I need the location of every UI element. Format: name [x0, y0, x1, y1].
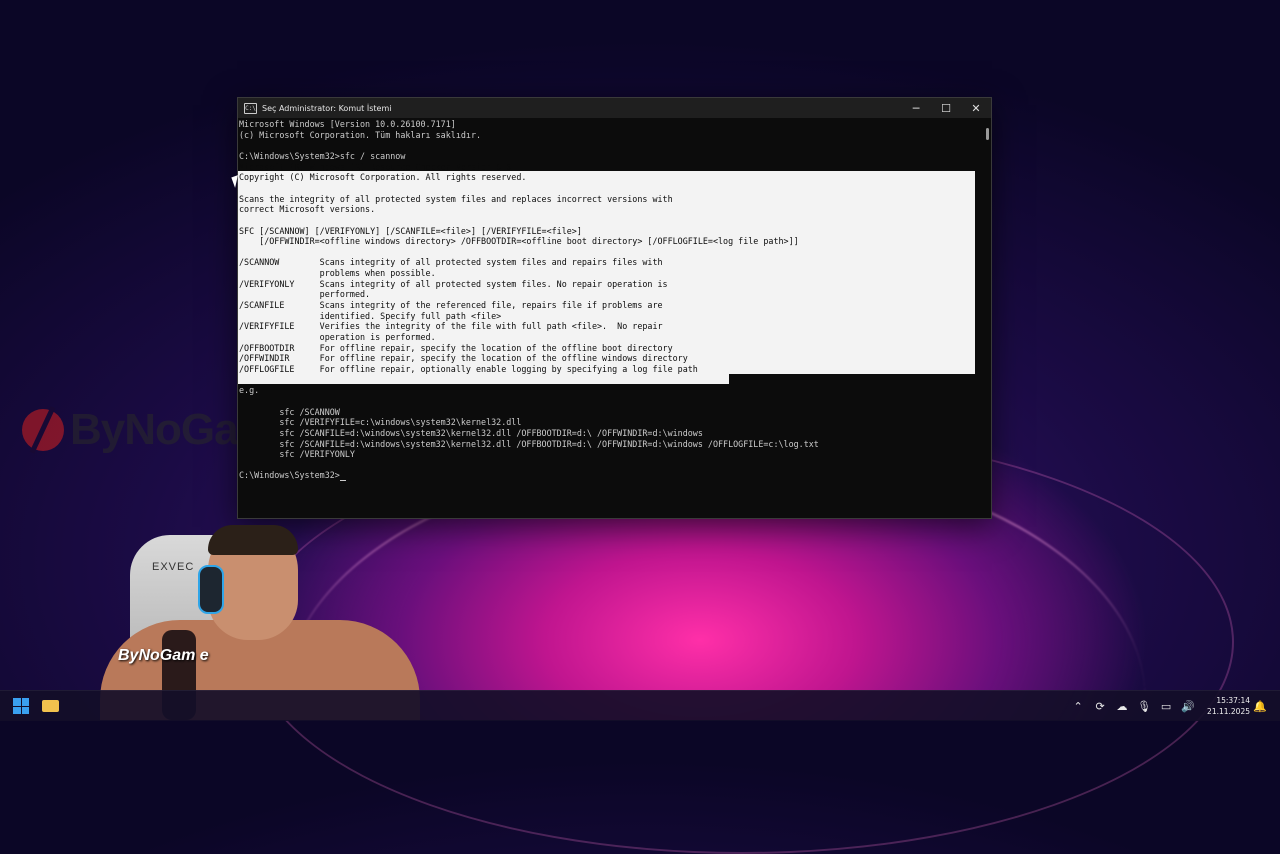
chevron-up-icon[interactable]: ⌃ [1067, 700, 1089, 713]
file-explorer-icon[interactable] [42, 700, 59, 712]
console-line: correct Microsoft versions. [239, 204, 376, 215]
console-line: sfc /VERIFYFILE=c:\windows\system32\kern… [239, 417, 522, 428]
title-bar[interactable]: C:\ Seç Administrator: Komut İstemi ─ ☐ … [238, 98, 991, 118]
console-line: /OFFBOOTDIR For offline repair, specify … [239, 342, 673, 353]
bynogame-logo-icon [22, 409, 64, 451]
text-selection-tail [238, 374, 729, 384]
console-scrollbar[interactable] [986, 128, 989, 140]
sync-icon[interactable]: ⟳ [1089, 700, 1111, 713]
microphone-icon[interactable]: 🎙 [1133, 700, 1155, 713]
streamer-hair [208, 525, 298, 555]
clock-time: 15:37:14 [1216, 696, 1250, 705]
console-line: problems when possible. [239, 268, 436, 279]
cmd-app-icon: C:\ [244, 102, 257, 114]
console-line: identified. Specify full path <file> [239, 310, 502, 321]
console-line: /OFFWINDIR For offline repair, specify t… [239, 353, 688, 364]
notification-bell-icon[interactable]: 🔔 [1250, 700, 1270, 713]
console-line: /VERIFYFILE Verifies the integrity of th… [239, 321, 663, 332]
command-prompt-window[interactable]: C:\ Seç Administrator: Komut İstemi ─ ☐ … [237, 97, 992, 519]
console-line: sfc /VERIFYONLY [239, 449, 355, 460]
chair-brand: EXVEC [152, 561, 195, 573]
cloud-icon[interactable]: ☁ [1111, 700, 1133, 713]
minimize-button[interactable]: ─ [901, 98, 931, 118]
window-title: Seç Administrator: Komut İstemi [262, 103, 392, 113]
console-line: (c) Microsoft Corporation. Tüm hakları s… [239, 129, 482, 140]
console-line: /SCANNOW Scans integrity of all protecte… [239, 257, 663, 268]
maximize-button[interactable]: ☐ [931, 98, 961, 118]
system-tray: ⌃ ⟳ ☁ 🎙 ▭ 🔊 15:37:14 21.11.2025 🔔 [1067, 691, 1270, 721]
console-line: sfc /SCANFILE=d:\windows\system32\kernel… [239, 427, 703, 438]
console-line: /OFFLOGFILE For offline repair, optional… [239, 363, 698, 374]
console-line: SFC [/SCANNOW] [/VERIFYONLY] [/SCANFILE=… [239, 225, 582, 236]
windows-start-icon[interactable] [13, 698, 29, 714]
console-line: C:\Windows\System32> [239, 470, 346, 482]
console-line: sfc /SCANFILE=d:\windows\system32\kernel… [239, 438, 819, 449]
volume-icon[interactable]: 🔊 [1177, 700, 1199, 713]
console-line: Scans the integrity of all protected sys… [239, 193, 673, 204]
console-line: performed. [239, 289, 371, 300]
console-line: /SCANFILE Scans integrity of the referen… [239, 300, 663, 311]
console-line: Copyright (C) Microsoft Corporation. All… [239, 172, 527, 183]
console-output[interactable]: Microsoft Windows [Version 10.0.26100.71… [238, 118, 978, 518]
headset-icon [198, 565, 224, 614]
console-line: Microsoft Windows [Version 10.0.26100.71… [239, 119, 456, 129]
console-line: e.g. [239, 385, 260, 396]
console-line: C:\Windows\System32>sfc / scannow [239, 150, 406, 161]
network-icon[interactable]: ▭ [1155, 700, 1177, 713]
close-button[interactable]: ✕ [961, 98, 991, 118]
console-line: Microsoft (R) Windows (R) Resource Check… [239, 161, 512, 172]
window-controls: ─ ☐ ✕ [901, 98, 991, 118]
taskbar: ⌃ ⟳ ☁ 🎙 ▭ 🔊 15:37:14 21.11.2025 🔔 [0, 690, 1280, 721]
console-line: /VERIFYONLY Scans integrity of all prote… [239, 278, 668, 289]
console-line: operation is performed. [239, 332, 436, 342]
webcam-brand-text: ByNoGam e [118, 647, 209, 664]
console-line: [/OFFWINDIR=<offline windows directory> … [239, 236, 799, 247]
clock-date: 21.11.2025 [1207, 707, 1250, 716]
console-line: sfc /SCANNOW [239, 406, 340, 417]
text-cursor-icon [339, 480, 346, 482]
taskbar-clock[interactable]: 15:37:14 21.11.2025 [1207, 695, 1250, 717]
